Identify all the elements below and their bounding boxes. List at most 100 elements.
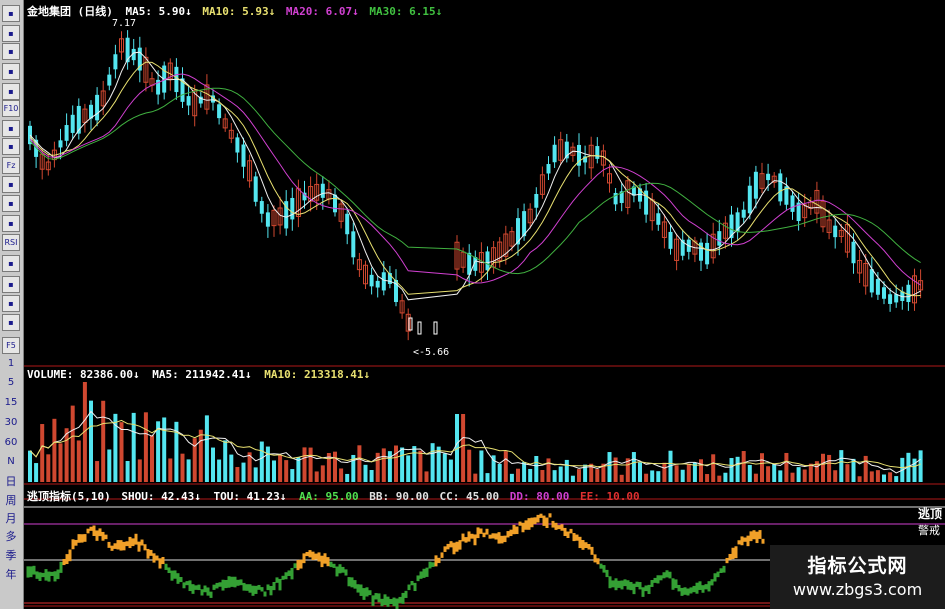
volume-bar xyxy=(863,455,868,482)
candle-body xyxy=(375,280,380,288)
export-icon[interactable]: ▪ xyxy=(2,295,20,312)
volume-bar xyxy=(400,447,405,482)
candle-body xyxy=(595,146,600,159)
candle-body xyxy=(705,242,710,265)
indicator-header: 逃顶指标(5,10) SHOU: 42.43↓ TOU: 41.23↓ AA: … xyxy=(27,488,640,504)
volume-bar xyxy=(631,452,636,482)
volume-bar xyxy=(95,461,100,482)
dd-value: 80.00 xyxy=(536,490,570,503)
period-cn-2[interactable]: 月 xyxy=(0,510,22,526)
volume-bar xyxy=(180,453,185,482)
bar-icon[interactable]: ▪ xyxy=(2,25,20,42)
volume-bar xyxy=(418,450,423,482)
volume-bar xyxy=(894,476,899,482)
volume-bar xyxy=(272,460,276,482)
volume-bar xyxy=(882,474,886,482)
volume-bar xyxy=(235,467,240,482)
volume-bar xyxy=(546,458,551,482)
candle-body xyxy=(351,231,356,258)
period-5[interactable]: 5 xyxy=(0,377,22,388)
volume-bar xyxy=(363,464,368,482)
note-icon[interactable]: ▪ xyxy=(2,120,20,137)
chart-icon[interactable]: ▪ xyxy=(2,5,20,22)
candle-body xyxy=(741,209,746,218)
candle-body xyxy=(345,213,350,235)
volume-bar xyxy=(204,415,209,482)
tou-label: TOU: xyxy=(213,490,241,503)
volume-bar xyxy=(217,459,222,482)
volume-bar xyxy=(412,446,417,482)
candle-icon[interactable]: ▪ xyxy=(2,63,20,80)
ma30-value: 6.15↓ xyxy=(409,5,443,18)
candle-body xyxy=(241,144,246,167)
candle-body xyxy=(552,144,557,163)
f5-icon[interactable]: F5 xyxy=(2,337,20,354)
volume-bar xyxy=(241,462,246,482)
period-N[interactable]: N xyxy=(0,456,22,467)
volume-bar xyxy=(766,466,771,482)
f10-icon[interactable]: F10 xyxy=(2,100,20,117)
volume-bar xyxy=(168,458,173,482)
left-toolbar: ▪ ▪ ▪ ▪ ▪ F10 ▪ ▪ Fz ▪ ▪ ▪ RSI ▪ ▪ ▪ ▪ F5 1 5 15 30 60 N 日周月多季年 xyxy=(0,0,24,609)
volume-bar xyxy=(875,470,880,482)
candle-body xyxy=(882,287,886,299)
volume-bar xyxy=(540,469,545,482)
aa-value: 95.00 xyxy=(325,490,359,503)
period-cn-0[interactable]: 日 xyxy=(0,473,22,489)
volume-bar xyxy=(552,470,557,482)
volume-header: VOLUME: 82386.00↓ MA5: 211942.41↓ MA10: … xyxy=(27,368,370,381)
fz-icon[interactable]: Fz xyxy=(2,157,20,174)
volume-bar xyxy=(394,445,398,482)
pencil-icon[interactable]: ▪ xyxy=(2,314,20,331)
volume-bar xyxy=(479,450,484,482)
candle-body xyxy=(790,195,795,212)
volume-bar xyxy=(821,453,825,482)
volume-bar xyxy=(58,443,63,482)
period-cn-4[interactable]: 季 xyxy=(0,547,22,563)
escape-top-label: 逃顶 xyxy=(918,507,943,521)
volume-bar xyxy=(369,470,374,482)
volume-bar xyxy=(528,468,533,482)
period-cn-1[interactable]: 周 xyxy=(0,492,22,508)
period-cn-5[interactable]: 年 xyxy=(0,566,22,582)
volume-bar xyxy=(845,464,850,482)
volume-bar xyxy=(729,458,734,482)
clock-icon[interactable]: ▪ xyxy=(2,195,20,212)
candle-body xyxy=(717,231,722,246)
volume-bar xyxy=(796,467,801,482)
ratio-icon[interactable]: ▪ xyxy=(2,176,20,193)
volume-bar xyxy=(64,428,69,482)
cross-icon[interactable]: ▪ xyxy=(2,83,20,100)
line-icon[interactable]: ▪ xyxy=(2,43,20,60)
bb-label: BB: xyxy=(369,490,390,503)
period-1[interactable]: 1 xyxy=(0,358,22,369)
period-cn-3[interactable]: 多 xyxy=(0,528,22,544)
volume-bar xyxy=(125,460,130,482)
period-60[interactable]: 60 xyxy=(0,437,22,448)
volume-bar xyxy=(406,455,411,482)
money-icon[interactable]: ▪ xyxy=(2,255,20,272)
volume-bar xyxy=(918,450,923,482)
volume-bar xyxy=(839,450,844,482)
candle-body xyxy=(656,213,661,225)
candle-body xyxy=(369,274,374,287)
volume-bar xyxy=(503,451,508,482)
volume-bar xyxy=(869,471,874,482)
wave-icon[interactable]: ▪ xyxy=(2,215,20,232)
period-30[interactable]: 30 xyxy=(0,417,22,428)
volume-bar xyxy=(522,461,527,482)
candle-body xyxy=(259,201,264,214)
volume-bar xyxy=(448,459,453,482)
candle-body xyxy=(753,171,758,199)
watermark-title: 指标公式网 xyxy=(807,555,908,577)
volume-bar xyxy=(784,452,789,482)
rsi-icon[interactable]: RSI xyxy=(2,234,20,251)
period-15[interactable]: 15 xyxy=(0,397,22,408)
volume-bar xyxy=(137,459,142,482)
volume-bar xyxy=(851,458,856,482)
volume-bar xyxy=(290,469,295,482)
move-icon[interactable]: ▪ xyxy=(2,276,20,293)
volume-label: VOLUME: xyxy=(27,368,74,381)
price-high-label: 7.17 xyxy=(112,18,137,29)
ma-icon[interactable]: ▪ xyxy=(2,138,20,155)
